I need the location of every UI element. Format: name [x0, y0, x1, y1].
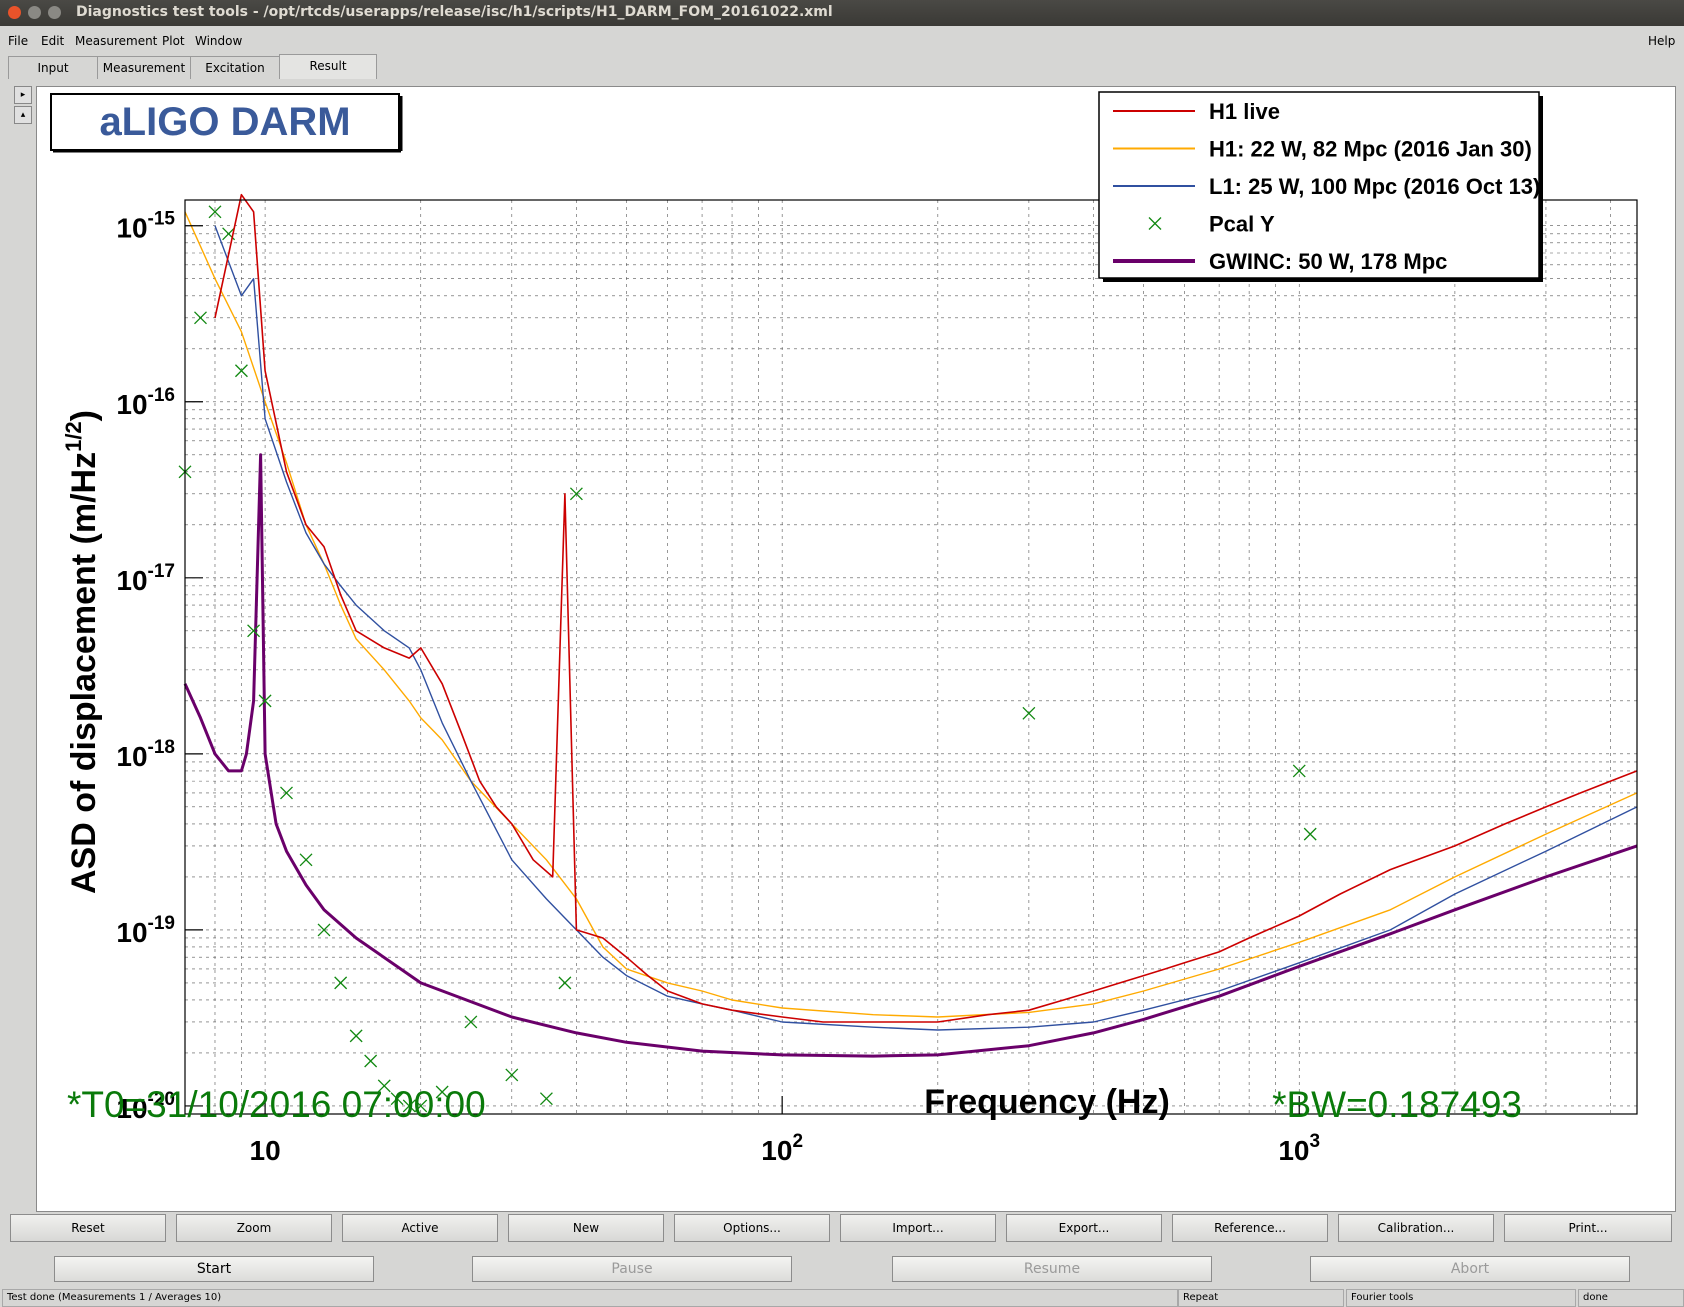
- y-tick-label: 10-17: [116, 561, 175, 596]
- grid: [184, 200, 1637, 1115]
- y-tick-exp: -19: [148, 913, 175, 934]
- resume-button[interactable]: Resume: [892, 1256, 1212, 1282]
- abort-button[interactable]: Abort: [1310, 1256, 1630, 1282]
- series-l1-25-w-100-mpc-2016-oct-13: [214, 225, 1638, 1031]
- series-h1-live: [214, 193, 1638, 1023]
- x-axis-label: Frequency (Hz): [924, 1083, 1170, 1121]
- pcal-marker: [299, 853, 313, 867]
- menu-file[interactable]: File: [8, 34, 28, 48]
- pcal-marker: [194, 311, 207, 325]
- pcal-marker: [539, 1092, 553, 1106]
- y-axis-label-exp: 1/2: [61, 421, 86, 452]
- y-tick-base: 10: [116, 389, 147, 420]
- tab-excitation[interactable]: Excitation: [190, 56, 280, 79]
- y-axis-label: ASD of displacement (m/Hz1/2): [61, 410, 103, 894]
- legend-label: H1 live: [1209, 99, 1280, 124]
- pcal-marker: [234, 364, 248, 378]
- x-tick-exp: 3: [1310, 1131, 1321, 1152]
- x-tick-base: 10: [761, 1135, 792, 1166]
- control-row: Start Pause Resume Abort: [0, 1256, 1684, 1286]
- y-tick-exp: -17: [148, 561, 175, 582]
- y-axis-label-close: ): [65, 410, 103, 421]
- legend-label: Pcal Y: [1209, 212, 1275, 237]
- menu-bar: File Edit Measurement Plot Window Help: [0, 30, 1684, 52]
- tab-input[interactable]: Input: [8, 56, 98, 79]
- maximize-window-button[interactable]: [48, 6, 61, 19]
- pcal-marker: [349, 1029, 363, 1043]
- pcal-marker: [1303, 827, 1317, 841]
- y-tick-base: 10: [116, 741, 147, 772]
- zoom-button[interactable]: Zoom: [176, 1214, 332, 1242]
- status-mode: Fourier tools: [1346, 1289, 1576, 1307]
- menu-measurement[interactable]: Measurement: [75, 34, 157, 48]
- side-buttons: ▸ ▴: [14, 86, 32, 126]
- pcal-marker: [334, 976, 348, 990]
- y-tick-exp: -16: [148, 385, 175, 406]
- axes-frame: [184, 199, 1638, 1115]
- window-title: Diagnostics test tools - /opt/rtcds/user…: [76, 4, 833, 20]
- minimize-window-button[interactable]: [28, 6, 41, 19]
- tab-measurement[interactable]: Measurement: [97, 56, 191, 79]
- pause-button[interactable]: Pause: [472, 1256, 792, 1282]
- status-bar: Test done (Measurements 1 / Averages 10)…: [0, 1288, 1684, 1307]
- import-button[interactable]: Import...: [840, 1214, 996, 1242]
- legend-label: L1: 25 W, 100 Mpc (2016 Oct 13): [1209, 174, 1540, 199]
- series-h1-22-w-82-mpc-2016-jan-30: [184, 211, 1638, 1018]
- tick-labels: 10-2010-1910-1810-1710-1610-1510 102 103: [116, 209, 1320, 1166]
- series-gwinc-50-w-178-mpc: [183, 453, 1638, 1058]
- x-tick-exp: 2: [792, 1131, 803, 1152]
- y-tick-exp: -18: [148, 737, 175, 758]
- status-state: done: [1578, 1289, 1684, 1307]
- pcal-marker: [364, 1054, 378, 1068]
- menu-window[interactable]: Window: [195, 34, 242, 48]
- pcal-marker: [1022, 706, 1036, 720]
- expand-right-icon[interactable]: ▸: [14, 86, 32, 104]
- options-button[interactable]: Options...: [674, 1214, 830, 1242]
- plot-pad[interactable]: aLIGO DARM 10-20 10-19 10-18 10-17 10-16 10-1…: [36, 86, 1676, 1212]
- series-pcal-y: [178, 205, 1317, 1113]
- status-message: Test done (Measurements 1 / Averages 10): [2, 1289, 1178, 1307]
- active-button[interactable]: Active: [342, 1214, 498, 1242]
- x-tick-label: 10: [250, 1135, 281, 1166]
- start-button[interactable]: Start: [54, 1256, 374, 1282]
- t0-label: *T0=31/10/2016 07:00:00: [67, 1084, 486, 1125]
- collapse-up-icon[interactable]: ▴: [14, 106, 32, 124]
- y-tick-label: 10-15: [116, 209, 175, 244]
- x-tick-label: 102: [761, 1131, 803, 1166]
- reference-button[interactable]: Reference...: [1172, 1214, 1328, 1242]
- y-axis-label-text: ASD of displacement (m/Hz: [65, 452, 103, 894]
- x-tick-base: 10: [1278, 1135, 1309, 1166]
- series-layer: [178, 193, 1638, 1113]
- legend-label: GWINC: 50 W, 178 Mpc: [1209, 249, 1447, 274]
- export-button[interactable]: Export...: [1006, 1214, 1162, 1242]
- y-tick-label: 10-18: [116, 737, 175, 772]
- print-button[interactable]: Print...: [1504, 1214, 1672, 1242]
- y-tick-base: 10: [116, 213, 147, 244]
- menu-plot[interactable]: Plot: [162, 34, 185, 48]
- bw-label: *BW=0.187493: [1272, 1084, 1522, 1125]
- legend-label: H1: 22 W, 82 Mpc (2016 Jan 30): [1209, 137, 1532, 162]
- legend: H1 live H1: 22 W, 82 Mpc (2016 Jan 30) L1:…: [1098, 91, 1543, 282]
- x-tick-base: 10: [250, 1135, 281, 1166]
- reset-button[interactable]: Reset: [10, 1214, 166, 1242]
- plot-title: aLIGO DARM: [99, 100, 350, 144]
- new-button[interactable]: New: [508, 1214, 664, 1242]
- y-tick-exp: -15: [148, 209, 176, 230]
- x-tick-label: 103: [1278, 1131, 1320, 1166]
- y-tick-label: 10-16: [116, 385, 175, 420]
- y-tick-base: 10: [116, 565, 147, 596]
- window-titlebar: Diagnostics test tools - /opt/rtcds/user…: [0, 0, 1684, 26]
- status-repeat: Repeat: [1178, 1289, 1344, 1307]
- menu-help[interactable]: Help: [1648, 34, 1675, 48]
- menu-edit[interactable]: Edit: [41, 34, 64, 48]
- calibration-button[interactable]: Calibration...: [1338, 1214, 1494, 1242]
- asd-chart[interactable]: aLIGO DARM 10-2010-1910-1810-1710-1610-1…: [37, 87, 1675, 1211]
- pcal-marker: [558, 976, 572, 990]
- plot-button-row: Reset Zoom Active New Options... Import.…: [10, 1214, 1674, 1242]
- close-window-button[interactable]: [8, 6, 21, 19]
- tab-result[interactable]: Result: [279, 54, 377, 79]
- y-tick-label: 10-19: [116, 913, 175, 948]
- y-tick-base: 10: [116, 917, 147, 948]
